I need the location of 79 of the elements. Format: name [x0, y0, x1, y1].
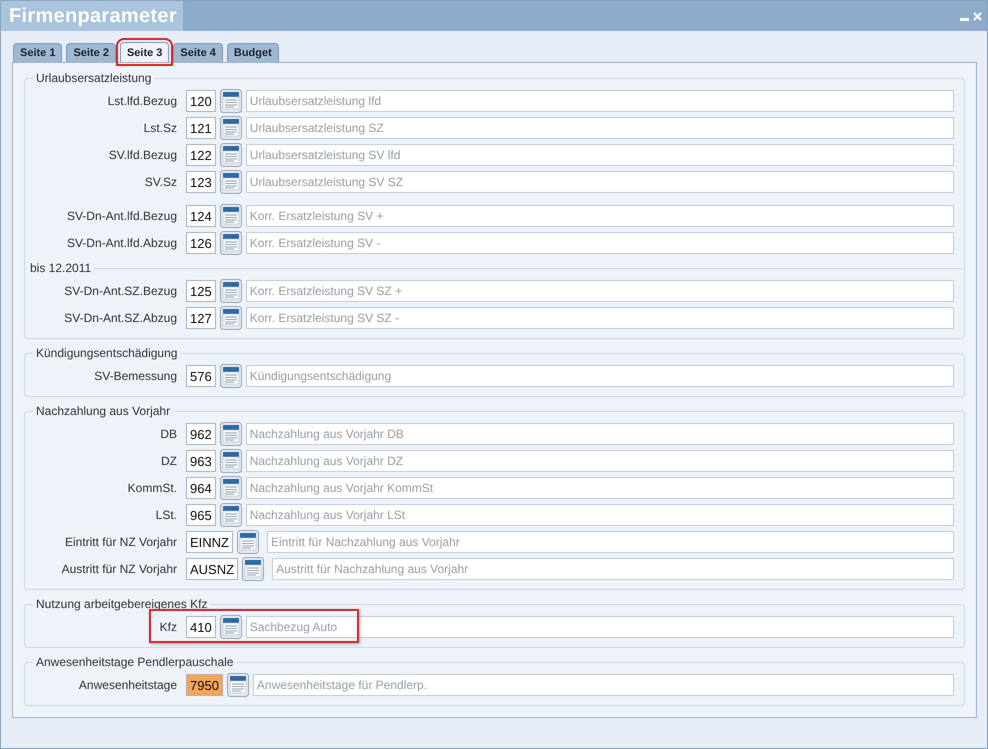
list-icon[interactable] — [220, 170, 242, 194]
field-label: Eintritt für NZ Vorjahr — [64, 535, 178, 549]
description-field: Korr. Ersatzleistung SV + — [246, 205, 954, 227]
value-field[interactable]: 576 — [186, 365, 216, 387]
field-label: SV-Dn-Ant.SZ.Bezug — [63, 284, 178, 298]
group-title: Urlaubsersatzleistung — [35, 71, 152, 85]
field-label: Austritt für NZ Vorjahr — [60, 562, 178, 576]
window-title: Firmenparameter — [1, 1, 183, 31]
group-title: Kündigungsentschädigung — [35, 346, 178, 360]
list-icon[interactable] — [220, 503, 242, 527]
value-field[interactable]: EINNZ — [186, 531, 233, 553]
value-field[interactable]: 123 — [186, 171, 216, 193]
description-field: Kündigungsentschädigung — [246, 365, 954, 387]
tab[interactable]: Budget — [226, 43, 279, 62]
field-label: SV.Sz — [144, 175, 178, 189]
value-field[interactable]: 964 — [186, 477, 216, 499]
list-icon[interactable] — [220, 476, 242, 500]
list-icon[interactable] — [220, 615, 242, 639]
list-icon[interactable] — [220, 306, 242, 330]
field-label: Lst.Sz — [142, 121, 178, 135]
field-label: DZ — [160, 454, 178, 468]
description-field: Anwesenheitstage für Pendlerp. — [252, 674, 954, 696]
list-icon[interactable] — [220, 279, 242, 303]
value-field[interactable]: 965 — [186, 504, 216, 526]
list-icon[interactable] — [220, 143, 242, 167]
list-icon[interactable] — [237, 530, 259, 554]
value-field[interactable]: 122 — [186, 144, 216, 166]
value-field[interactable]: 7950 — [186, 674, 223, 696]
field-label: Kfz — [158, 620, 178, 634]
description-field: Austritt für Nachzahlung aus Vorjahr — [272, 558, 954, 580]
description-field: Korr. Ersatzleistung SV - — [246, 232, 954, 254]
list-icon[interactable] — [220, 422, 242, 446]
list-icon[interactable] — [220, 116, 242, 140]
field-label: SV-Dn-Ant.lfd.Abzug — [66, 236, 178, 250]
tab[interactable]: Seite 2 — [66, 43, 116, 62]
value-field[interactable]: 410 — [186, 616, 216, 638]
description-field: Nachzahlung aus Vorjahr KommSt — [246, 477, 954, 499]
value-field[interactable]: 120 — [186, 90, 216, 112]
description-field: Sachbezug Auto — [246, 616, 954, 638]
description-field: Urlaubsersatzleistung SV SZ — [246, 171, 954, 193]
description-field: Korr. Ersatzleistung SV SZ - — [246, 307, 954, 329]
field-label: SV-Bemessung — [93, 369, 178, 383]
value-field[interactable]: 962 — [186, 423, 216, 445]
field-label: SV-Dn-Ant.SZ.Abzug — [63, 311, 178, 325]
group-title: Anwesenheitstage Pendlerpauschale — [35, 655, 234, 669]
list-icon[interactable] — [220, 89, 242, 113]
field-label: Lst.lfd.Bezug — [106, 94, 178, 108]
field-label: SV-Dn-Ant.lfd.Bezug — [66, 209, 178, 223]
tab[interactable]: Seite 1 — [13, 43, 62, 62]
field-label: LSt. — [154, 508, 178, 522]
value-field[interactable]: AUSNZ — [186, 558, 238, 580]
description-field: Urlaubsersatzleistung SZ — [246, 117, 954, 139]
value-field[interactable]: 126 — [186, 232, 216, 254]
field-label: SV.lfd.Bezug — [108, 148, 178, 162]
group-title: bis 12.2011 — [29, 261, 92, 275]
list-icon[interactable] — [220, 204, 242, 228]
list-icon[interactable] — [242, 557, 264, 581]
value-field[interactable]: 125 — [186, 280, 216, 302]
field-label: KommSt. — [126, 481, 178, 495]
value-field[interactable]: 963 — [186, 450, 216, 472]
tab[interactable]: Seite 4 — [173, 43, 223, 62]
description-field: Nachzahlung aus Vorjahr LSt — [246, 504, 954, 526]
field-label: Anwesenheitstage — [78, 678, 178, 692]
value-field[interactable]: 124 — [186, 205, 216, 227]
list-icon[interactable] — [220, 449, 242, 473]
group-title: Nutzung arbeitgebereigenes Kfz — [35, 597, 208, 611]
description-field: Nachzahlung aus Vorjahr DZ — [246, 450, 954, 472]
value-field[interactable]: 127 — [186, 307, 216, 329]
description-field: Urlaubsersatzleistung SV lfd — [246, 144, 954, 166]
list-icon[interactable] — [220, 364, 242, 388]
list-icon[interactable] — [220, 231, 242, 255]
description-field: Urlaubsersatzleistung lfd — [246, 90, 954, 112]
description-field: Nachzahlung aus Vorjahr DB — [246, 423, 954, 445]
value-field[interactable]: 121 — [186, 117, 216, 139]
description-field: Korr. Ersatzleistung SV SZ + — [246, 280, 954, 302]
group-title: Nachzahlung aus Vorjahr — [35, 404, 172, 418]
list-icon[interactable] — [226, 673, 249, 697]
field-label: DB — [159, 427, 178, 441]
description-field: Eintritt für Nachzahlung aus Vorjahr — [267, 531, 954, 553]
